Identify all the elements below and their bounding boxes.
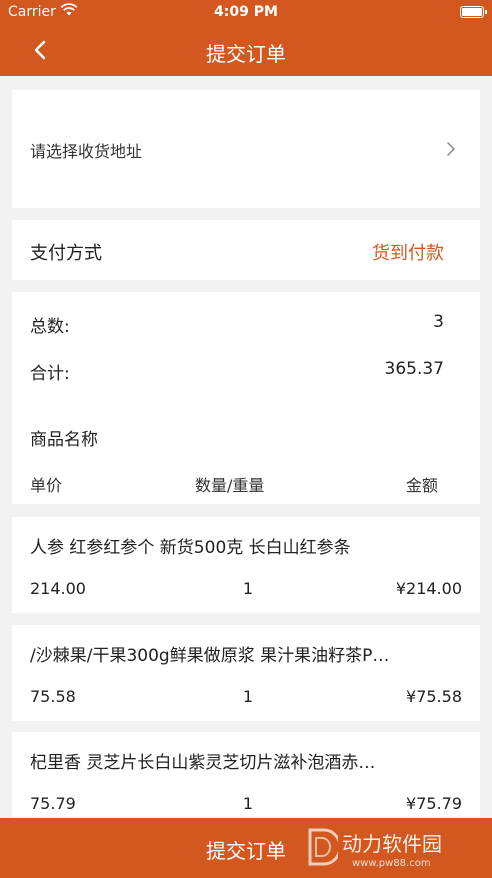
battery-icon bbox=[460, 6, 487, 18]
watermark-text: 动力软件园 bbox=[342, 832, 442, 856]
item-quantity: 1 bbox=[242, 794, 254, 813]
navigation-bar: 提交订单 bbox=[0, 24, 492, 76]
watermark-logo-icon bbox=[308, 828, 338, 866]
item-price: 75.79 bbox=[30, 794, 76, 813]
item-price: 214.00 bbox=[30, 579, 86, 598]
payment-method-row: 支付方式 货到付款 bbox=[12, 220, 480, 280]
watermark-url: www.pw88.com bbox=[352, 858, 431, 869]
address-label: 请选择收货地址 bbox=[30, 142, 143, 161]
item-quantity: 1 bbox=[242, 579, 254, 598]
total-count-label: 总数: bbox=[30, 317, 70, 337]
item-name: /沙棘果/干果300g鲜果做原浆 果汁果油籽茶P… bbox=[30, 646, 390, 666]
item-price: 75.58 bbox=[30, 687, 76, 706]
address-selector[interactable]: 请选择收货地址 bbox=[12, 90, 480, 208]
item-quantity: 1 bbox=[242, 687, 254, 706]
item-amount: ¥75.58 bbox=[406, 687, 462, 706]
page-title: 提交订单 bbox=[206, 42, 286, 66]
chevron-right-icon bbox=[444, 140, 458, 158]
order-item: 杞里香 灵芝片长白山紫灵芝切片滋补泡酒赤… 75.79 1 ¥75.79 bbox=[12, 732, 480, 828]
item-name: 杞里香 灵芝片长白山紫灵芝切片滋补泡酒赤… bbox=[30, 753, 376, 773]
item-name: 人参 红参红参个 新货500克 长白山红参条 bbox=[30, 538, 351, 558]
order-summary: 总数: 3 合计: 365.37 商品名称 单价 数量/重量 金额 bbox=[12, 292, 480, 504]
watermark: 动力软件园 www.pw88.com bbox=[296, 818, 486, 878]
payment-method-value[interactable]: 货到付款 bbox=[372, 239, 444, 265]
item-amount: ¥214.00 bbox=[395, 579, 462, 598]
total-amount-value: 365.37 bbox=[384, 359, 444, 379]
column-header-price: 单价 bbox=[30, 476, 63, 495]
product-name-header: 商品名称 bbox=[30, 430, 98, 450]
item-amount: ¥75.79 bbox=[406, 794, 462, 813]
column-header-amount: 金额 bbox=[405, 476, 438, 495]
total-count-value: 3 bbox=[433, 312, 444, 332]
column-header-quantity: 数量/重量 bbox=[195, 476, 265, 495]
order-item: /沙棘果/干果300g鲜果做原浆 果汁果油籽茶P… 75.58 1 ¥75.58 bbox=[12, 625, 480, 721]
order-item: 人参 红参红参个 新货500克 长白山红参条 214.00 1 ¥214.00 bbox=[12, 517, 480, 613]
payment-method-label: 支付方式 bbox=[30, 243, 102, 264]
total-amount-label: 合计: bbox=[30, 364, 70, 384]
status-bar: Carrier 4:09 PM bbox=[0, 0, 492, 24]
status-time: 4:09 PM bbox=[214, 4, 278, 20]
